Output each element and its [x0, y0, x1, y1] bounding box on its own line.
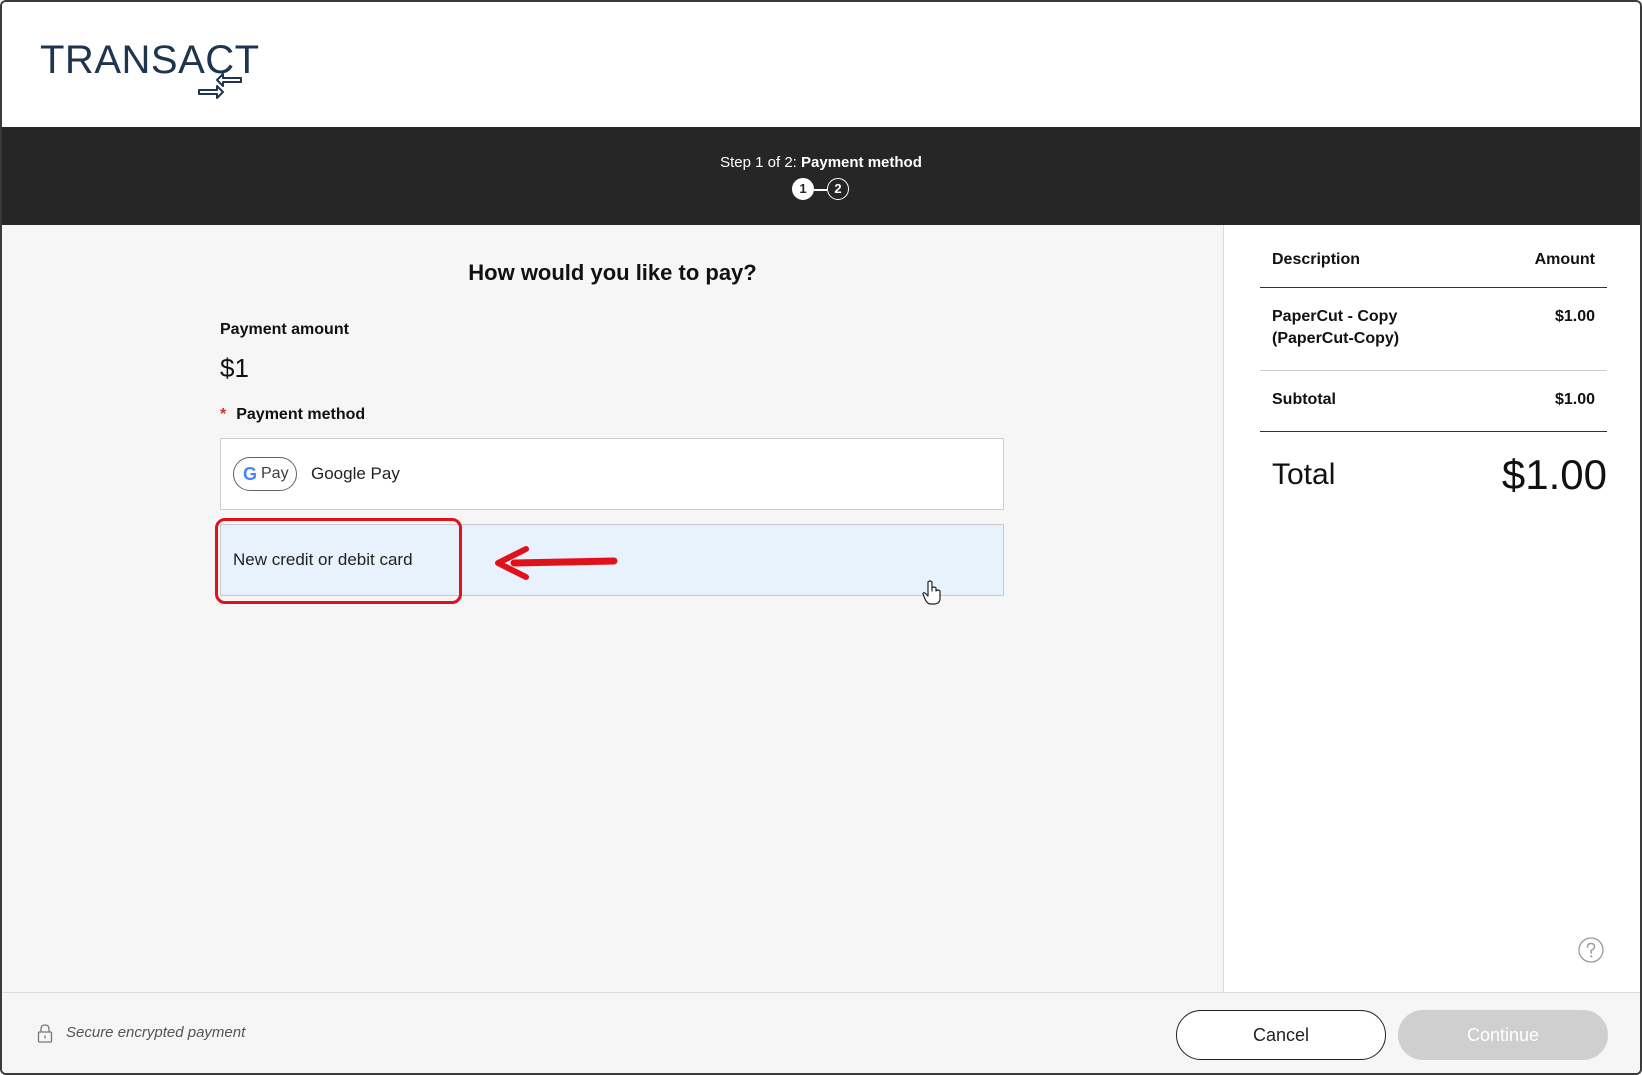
- item-description: PaperCut - Copy (PaperCut-Copy): [1272, 306, 1399, 350]
- required-asterisk: *: [220, 406, 227, 423]
- amount-column-header: Amount: [1534, 251, 1595, 268]
- new-card-option[interactable]: New credit or debit card: [220, 524, 1004, 596]
- item-amount: $1.00: [1554, 308, 1595, 325]
- item-description-line2: (PaperCut-Copy): [1272, 330, 1400, 347]
- table-row: PaperCut - Copy (PaperCut-Copy) $1.00: [1260, 288, 1607, 371]
- order-summary: Description Amount PaperCut - Copy (Pape…: [1224, 225, 1640, 992]
- app-window: TRANSACT Step 1 of 2: Payment method 1 2…: [0, 0, 1642, 1075]
- item-description-line1: PaperCut - Copy: [1272, 308, 1398, 325]
- step-bar: Step 1 of 2: Payment method 1 2: [2, 127, 1640, 225]
- description-column-header: Description: [1272, 251, 1361, 268]
- payment-form: How would you like to pay? Payment amoun…: [2, 225, 1224, 992]
- new-card-label: New credit or debit card: [233, 550, 413, 569]
- payment-method-label-text: Payment method: [236, 406, 366, 423]
- subtotal-value: $1.00: [1554, 391, 1595, 408]
- google-pay-label: Google Pay: [311, 464, 400, 483]
- header: TRANSACT: [2, 2, 1640, 127]
- subtotal-row: Subtotal $1.00: [1260, 371, 1607, 432]
- google-pay-option[interactable]: G Pay Google Pay: [220, 438, 1004, 510]
- total-value: $1.00: [1501, 451, 1607, 498]
- footer: Secure encrypted payment Cancel Continue: [2, 992, 1640, 1073]
- lock-icon: [37, 1024, 53, 1043]
- step-connector: [814, 189, 827, 191]
- step-indicator: 1 2: [792, 178, 852, 204]
- transact-arrows-icon: [198, 73, 242, 99]
- step-2-dot: 2: [827, 178, 849, 200]
- step-1-dot: 1: [792, 178, 814, 200]
- google-pay-badge-text: Pay: [261, 465, 289, 482]
- secure-payment-text: Secure encrypted payment: [66, 1024, 246, 1041]
- step-prefix: Step 1 of 2:: [720, 154, 797, 171]
- page-title: How would you like to pay?: [468, 260, 757, 285]
- total-label: Total: [1272, 458, 1336, 491]
- google-g-letter: G: [243, 464, 258, 484]
- payment-method-label: * Payment method: [220, 406, 365, 424]
- payment-amount-label: Payment amount: [220, 321, 349, 338]
- step-label: Step 1 of 2: Payment method: [2, 154, 1640, 171]
- subtotal-label: Subtotal: [1272, 391, 1336, 408]
- summary-header: Description Amount: [1260, 225, 1607, 288]
- google-pay-icon: G Pay: [233, 457, 297, 491]
- cancel-button[interactable]: Cancel: [1176, 1010, 1386, 1060]
- payment-amount-value: $1: [220, 353, 249, 383]
- help-icon[interactable]: [1578, 937, 1604, 963]
- step-current: Payment method: [801, 154, 922, 171]
- transact-logo: TRANSACT: [40, 38, 260, 108]
- continue-button[interactable]: Continue: [1398, 1010, 1608, 1060]
- hand-cursor-icon: [922, 580, 941, 605]
